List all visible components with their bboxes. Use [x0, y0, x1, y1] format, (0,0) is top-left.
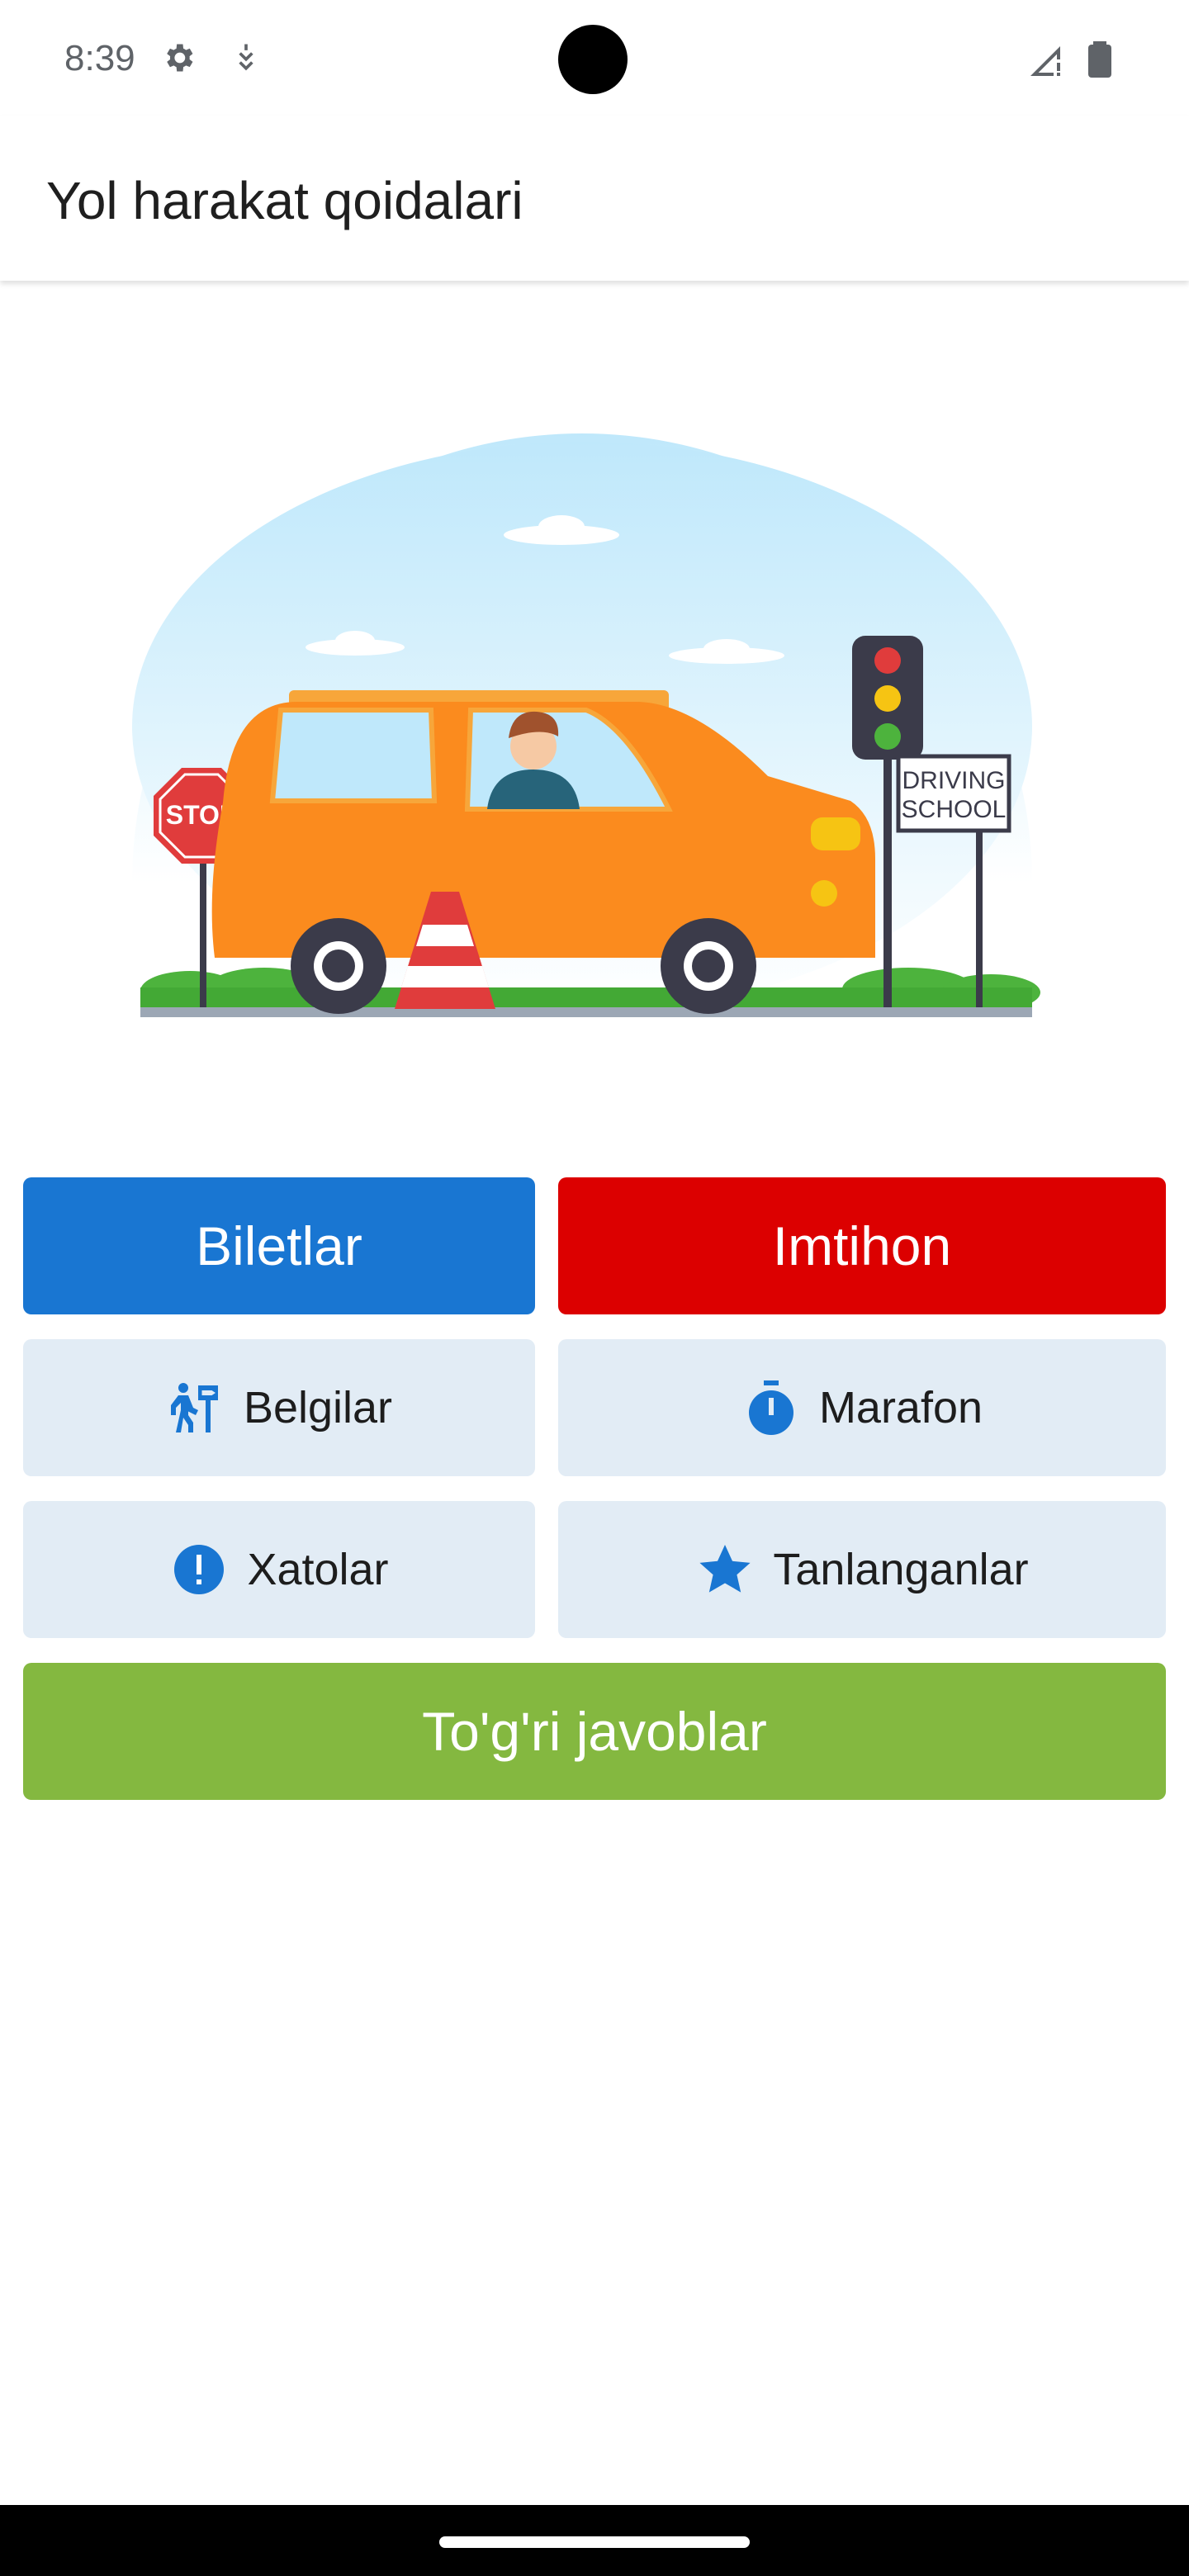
belgilar-button[interactable]: Belgilar: [23, 1339, 535, 1476]
biletlar-button[interactable]: Biletlar: [23, 1177, 535, 1314]
star-icon: [695, 1540, 755, 1599]
status-bar: 8:39: [0, 0, 1189, 116]
svg-text:SCHOOL: SCHOOL: [902, 796, 1007, 823]
tanlanganlar-button[interactable]: Tanlanganlar: [558, 1501, 1166, 1638]
imtihon-label: Imtihon: [772, 1215, 952, 1276]
togri-javoblar-button[interactable]: To'g'ri javoblar: [23, 1663, 1166, 1800]
xatolar-label: Xatolar: [247, 1545, 389, 1594]
camera-cutout: [558, 25, 628, 94]
alert-circle-icon: [169, 1540, 229, 1599]
settings-icon: [160, 40, 197, 80]
home-gesture-handle[interactable]: [439, 2536, 750, 2548]
tanlanganlar-label: Tanlanganlar: [773, 1545, 1029, 1594]
togri-javoblar-label: To'g'ri javoblar: [422, 1701, 767, 1762]
imtihon-button[interactable]: Imtihon: [558, 1177, 1166, 1314]
battery-icon: [1082, 40, 1118, 83]
marafon-button[interactable]: Marafon: [558, 1339, 1166, 1476]
belgilar-label: Belgilar: [243, 1383, 393, 1432]
hero-illustration: STOP DRIVING SCHOOL: [124, 429, 1065, 1040]
xatolar-button[interactable]: Xatolar: [23, 1501, 535, 1638]
road-sign-icon: [166, 1378, 225, 1437]
app-bar: Yol harakat qoidalari: [0, 116, 1189, 281]
navigation-bar: [0, 2505, 1189, 2576]
marafon-label: Marafon: [818, 1383, 983, 1432]
biletlar-label: Biletlar: [196, 1215, 362, 1276]
usb-debug-icon: [228, 40, 264, 80]
timer-icon: [741, 1378, 801, 1437]
status-time: 8:39: [64, 38, 135, 78]
signal-icon: [1027, 40, 1067, 83]
page-title: Yol harakat qoidalari: [46, 171, 523, 230]
svg-text:DRIVING: DRIVING: [902, 767, 1005, 794]
